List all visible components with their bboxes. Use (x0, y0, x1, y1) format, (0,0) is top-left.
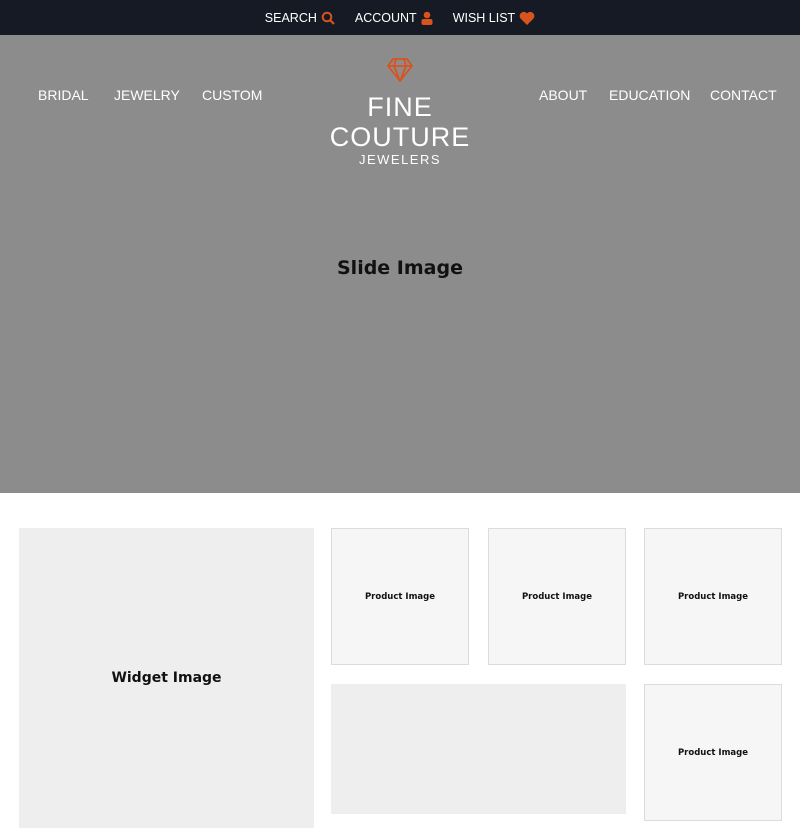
logo[interactable]: FINE COUTURE JEWELERS (300, 57, 500, 167)
product-label: Product Image (521, 591, 593, 602)
widget-image[interactable]: Widget Image (19, 528, 314, 828)
widget-image-secondary[interactable] (331, 684, 626, 814)
heart-icon (519, 11, 535, 25)
product-label: Product Image (677, 747, 749, 758)
product-label: Product Image (677, 591, 749, 602)
nav-contact[interactable]: CONTACT (710, 87, 777, 103)
product-card[interactable]: Product Image (488, 528, 626, 665)
widget-label: Widget Image (111, 670, 222, 686)
diamond-icon (387, 58, 413, 82)
nav-custom[interactable]: CUSTOM (202, 87, 262, 103)
nav-bridal[interactable]: BRIDAL (38, 87, 89, 103)
account-link[interactable]: ACCOUNT (355, 11, 433, 25)
nav-about[interactable]: ABOUT (539, 87, 587, 103)
search-label: SEARCH (264, 10, 317, 25)
hero-slider[interactable]: BRIDAL JEWELRY CUSTOM FINE COUTURE JEWEL… (0, 35, 800, 493)
account-label: ACCOUNT (354, 10, 417, 25)
product-card[interactable]: Product Image (331, 528, 469, 665)
slide-image-label: Slide Image (337, 257, 463, 279)
logo-subtitle: JEWELERS (358, 152, 442, 167)
wishlist-link[interactable]: WISH LIST (453, 11, 536, 25)
wishlist-label: WISH LIST (452, 10, 516, 25)
search-icon (321, 11, 335, 25)
nav-education[interactable]: EDUCATION (609, 87, 690, 103)
product-label: Product Image (364, 591, 436, 602)
search-link[interactable]: SEARCH (265, 11, 335, 25)
top-bar: SEARCH ACCOUNT WISH LIST (0, 0, 800, 35)
nav-jewelry[interactable]: JEWELRY (114, 87, 180, 103)
product-card[interactable]: Product Image (644, 684, 782, 821)
logo-title: FINE COUTURE (329, 92, 471, 152)
product-card[interactable]: Product Image (644, 528, 782, 665)
user-icon (421, 11, 433, 25)
